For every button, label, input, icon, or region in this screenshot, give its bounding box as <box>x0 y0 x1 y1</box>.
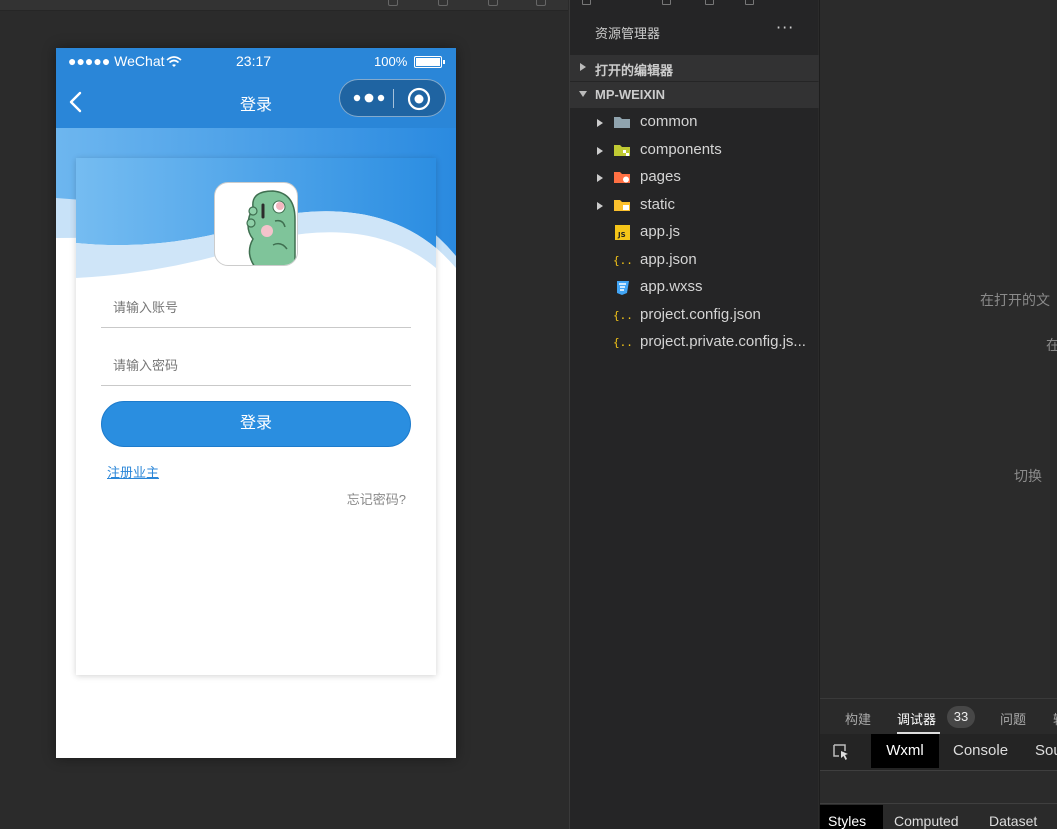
battery-percent: 100% <box>374 54 408 69</box>
toolbar-icon[interactable] <box>745 0 754 5</box>
status-bar: ●●●●● WeChat 23:17 100% <box>56 48 456 76</box>
tree-item-label: common <box>640 113 698 130</box>
explorer-toolbar <box>570 0 819 8</box>
caret-right-icon <box>597 202 603 210</box>
element-inspect-icon[interactable] <box>832 743 850 761</box>
toolbar-icon[interactable] <box>705 0 714 5</box>
caret-right-icon <box>597 147 603 155</box>
toolbar-icon[interactable] <box>662 0 671 5</box>
account-field <box>101 286 411 328</box>
toolbar-icon[interactable] <box>536 0 546 6</box>
tree-item-label: pages <box>640 168 681 185</box>
section-label: MP-WEIXIN <box>595 87 666 102</box>
tree-item-label: components <box>640 141 722 158</box>
debugger-count-badge: 33 <box>947 706 975 728</box>
debugger-panel-tabs: Wxml Console Sou <box>820 734 1057 770</box>
tree-item-static[interactable]: static <box>570 192 819 219</box>
tab-console[interactable]: Console <box>953 734 1008 768</box>
svg-text:{..}: {..} <box>613 309 631 322</box>
tree-item-label: app.json <box>640 251 697 268</box>
dinosaur-avatar-image <box>246 190 296 265</box>
tab-styles[interactable]: Styles <box>820 805 883 829</box>
battery-icon <box>414 56 445 68</box>
explorer-title: 资源管理器 <box>595 26 661 41</box>
tab-build[interactable]: 构建 <box>845 709 871 728</box>
components-folder-icon <box>614 145 630 156</box>
json-file-icon: {..} <box>613 336 631 349</box>
phone-screen: ●●●●● WeChat 23:17 100% 登录 请输入账号 登录 注册业主… <box>56 48 456 758</box>
tree-item-label: app.js <box>640 223 681 240</box>
svg-text:{..}: {..} <box>613 254 631 267</box>
tree-item-label: static <box>640 196 676 213</box>
register-link[interactable]: 注册业主 <box>107 462 159 481</box>
tree-item-project-config[interactable]: {..} project.config.json <box>570 302 819 329</box>
more-dots-icon[interactable] <box>352 88 386 108</box>
tree-item-project-private-config[interactable]: {..} project.private.config.js... <box>570 329 819 356</box>
section-label: 打开的编辑器 <box>595 63 674 78</box>
tree-item-app-js[interactable]: JS app.js <box>570 219 819 246</box>
css-file-icon <box>617 281 629 295</box>
close-target-icon[interactable] <box>407 87 431 111</box>
status-time: 23:17 <box>236 53 272 69</box>
empty-editor-hint: 在 <box>1046 337 1057 353</box>
carrier-label: ●●●●● WeChat <box>68 53 165 69</box>
json-file-icon: {..} <box>613 254 631 267</box>
empty-editor-hint: 切换 <box>1014 468 1042 484</box>
tree-item-label: app.wxss <box>640 278 703 295</box>
simulator-toolbar <box>0 0 568 11</box>
tree-item-common[interactable]: common <box>570 109 819 136</box>
simulator-pane: ●●●●● WeChat 23:17 100% 登录 请输入账号 登录 注册业主… <box>0 0 568 829</box>
navigation-bar: 登录 <box>56 76 456 128</box>
caret-right-icon <box>580 63 586 71</box>
section-open-editors[interactable]: 打开的编辑器 <box>570 55 819 81</box>
pages-folder-icon <box>614 172 630 183</box>
caret-right-icon <box>597 174 603 182</box>
static-folder-icon <box>614 200 630 211</box>
js-file-icon: JS <box>615 225 630 240</box>
toolbar-icon[interactable] <box>388 0 398 6</box>
tab-problems[interactable]: 问题 <box>1000 709 1026 728</box>
tree-item-app-json[interactable]: {..} app.json <box>570 247 819 274</box>
devtools-tab-bar: 构建 调试器 33 问题 输 <box>820 698 1057 734</box>
tab-dataset[interactable]: Dataset <box>981 805 1045 829</box>
account-input[interactable] <box>101 286 411 328</box>
toolbar-icon[interactable] <box>582 0 591 5</box>
caret-right-icon <box>597 119 603 127</box>
forgot-password-link[interactable]: 忘记密码? <box>347 489 406 508</box>
tab-debugger[interactable]: 调试器 <box>897 709 936 728</box>
login-button[interactable]: 登录 <box>101 401 411 447</box>
toolbar-icon[interactable] <box>488 0 498 6</box>
tree-item-label: project.config.json <box>640 306 761 323</box>
caret-down-icon <box>579 91 587 97</box>
styles-tab-bar: Styles Computed Dataset <box>820 805 1057 829</box>
section-mp-weixin[interactable]: MP-WEIXIN <box>570 82 819 108</box>
tree-item-label: project.private.config.js... <box>640 333 806 350</box>
tree-item-app-wxss[interactable]: app.wxss <box>570 274 819 301</box>
tab-computed[interactable]: Computed <box>886 805 967 829</box>
tree-item-components[interactable]: components <box>570 137 819 164</box>
avatar <box>214 182 298 266</box>
login-card: 登录 注册业主 忘记密码? <box>76 158 436 675</box>
editor-pane: 在打开的文 在 切换 构建 调试器 33 问题 输 Wxml Console S… <box>819 0 1057 829</box>
tree-item-pages[interactable]: pages <box>570 164 819 191</box>
folder-icon <box>614 117 630 128</box>
tab-output[interactable]: 输 <box>1053 709 1057 728</box>
menu-capsule <box>339 79 446 117</box>
svg-text:JS: JS <box>617 231 626 239</box>
password-input[interactable] <box>101 344 411 386</box>
explorer-pane: 资源管理器 ··· 打开的编辑器 MP-WEIXIN common compon… <box>569 0 819 829</box>
wxml-panel <box>820 770 1057 804</box>
svg-text:{..}: {..} <box>613 336 631 349</box>
empty-editor-hint: 在打开的文 <box>980 292 1050 308</box>
tab-sources[interactable]: Sou <box>1035 734 1057 768</box>
capsule-divider <box>393 89 394 108</box>
json-file-icon: {..} <box>613 309 631 322</box>
toolbar-icon[interactable] <box>438 0 448 6</box>
wifi-icon <box>166 56 182 67</box>
more-actions-icon[interactable]: ··· <box>776 18 794 37</box>
tab-wxml[interactable]: Wxml <box>871 734 939 768</box>
password-field <box>101 344 411 386</box>
